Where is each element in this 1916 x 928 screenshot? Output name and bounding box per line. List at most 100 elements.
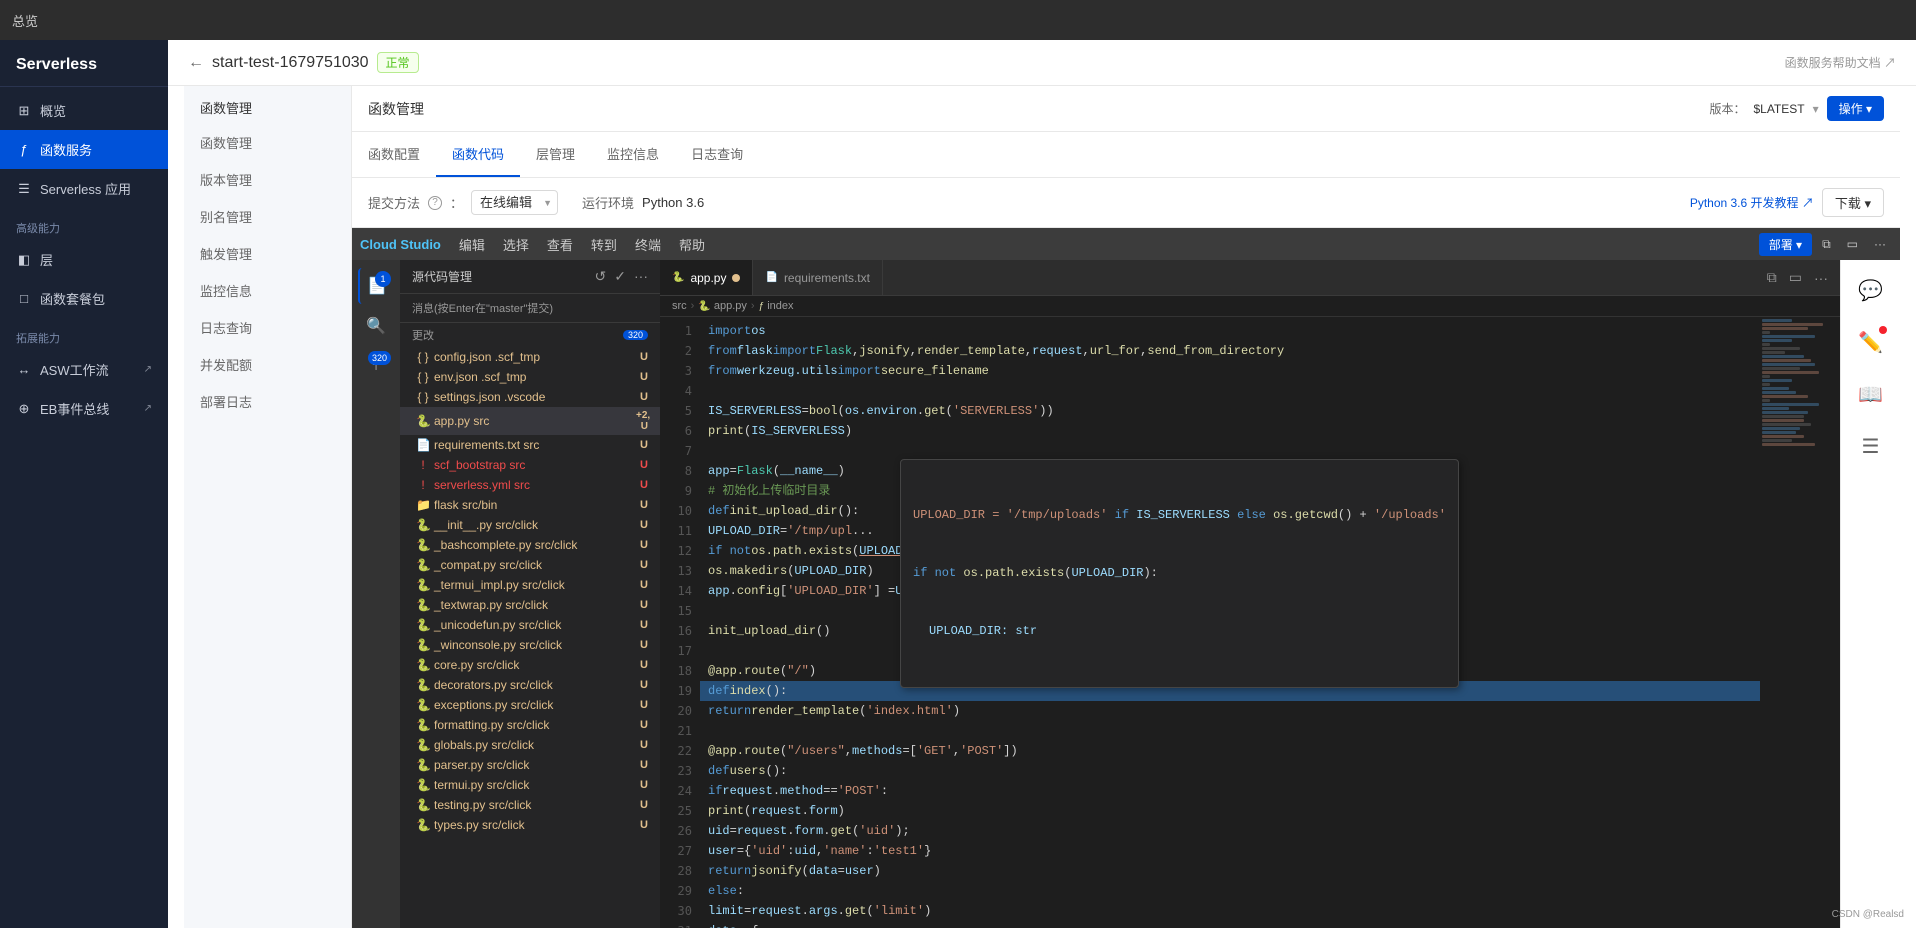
file-flask[interactable]: 📁 flask src/bin U [400,495,660,515]
layout-icon[interactable]: ▭ [1841,234,1864,254]
file-settings-json[interactable]: { } settings.json .vscode U [400,387,660,407]
file-formatting[interactable]: 🐍 formatting.py src/click U [400,715,660,735]
file-unicodefun[interactable]: 🐍 _unicodefun.py src/click U [400,615,660,635]
more-actions-icon[interactable]: ··· [634,268,648,285]
sub-nav-func-manage[interactable]: 函数管理 [184,125,351,162]
tab-monitor[interactable]: 监控信息 [591,132,675,177]
sub-section-title: 函数管理 [184,94,351,125]
tab-layer-mgmt[interactable]: 层管理 [520,132,591,177]
file-bashcomplete[interactable]: 🐍 _bashcomplete.py src/click U [400,535,660,555]
file-termui-impl[interactable]: 🐍 _termui_impl.py src/click U [400,575,660,595]
status-badge: 正常 [377,52,419,73]
file-parser[interactable]: 🐍 parser.py src/click U [400,755,660,775]
tab-func-config[interactable]: 函数配置 [352,132,436,177]
editor-tab-app-py[interactable]: 🐍 app.py [660,260,753,295]
file-serverless-yml[interactable]: ! serverless.yml src U [400,475,660,495]
dev-doc-link[interactable]: Python 3.6 开发教程 ↗ [1690,194,1814,211]
file-globals[interactable]: 🐍 globals.py src/click U [400,735,660,755]
file-core[interactable]: 🐍 core.py src/click U [400,655,660,675]
right-side-panel: 💬 ✏️ 📖 ☰ [1840,260,1900,928]
tab-log-query[interactable]: 日志查询 [675,132,759,177]
studio-menu-help[interactable]: 帮助 [671,235,713,254]
file-winconsole[interactable]: 🐍 _winconsole.py src/click U [400,635,660,655]
edit-button[interactable]: ✏️ [1849,320,1893,364]
py-icon3: 🐍 [416,538,430,552]
func-toolbar: 提交方法 ? ： 在线编辑 运行环境 Python 3.6 Python 3.6… [352,178,1900,228]
file-textwrap[interactable]: 🐍 _textwrap.py src/click U [400,595,660,615]
file-decorators[interactable]: 🐍 decorators.py src/click U [400,675,660,695]
menu-button[interactable]: ☰ [1849,424,1893,468]
sub-nav-monitor[interactable]: 监控信息 [184,273,351,310]
split-tab-icon[interactable]: ⧉ [1763,267,1781,288]
breadcrumb-src[interactable]: src [672,300,687,312]
file-compat[interactable]: 🐍 _compat.py src/click U [400,555,660,575]
sub-nav-deploy-log[interactable]: 部署日志 [184,384,351,421]
file-config-json[interactable]: { } config.json .scf_tmp U [400,347,660,367]
file-termui[interactable]: 🐍 termui.py src/click U [400,775,660,795]
file-scf-bootstrap[interactable]: ! scf_bootstrap src U [400,455,660,475]
explorer-icon[interactable]: 📄 1 [358,268,394,304]
sidebar-item-functions[interactable]: ƒ 函数服务 [0,130,168,169]
yml-icon: ! [416,478,430,492]
book-button[interactable]: 📖 [1849,372,1893,416]
file-requirements[interactable]: 📄 requirements.txt src U [400,435,660,455]
version-select[interactable]: $LATEST [1753,102,1804,116]
nav-overview[interactable]: 总览 [0,0,1916,40]
code-line-4 [700,381,1760,401]
back-button[interactable]: ← [188,54,204,72]
git-icon[interactable]: ⑂ 320 [358,348,394,384]
file-tree-actions: ↺ ✓ ··· [595,268,648,285]
sub-nav-logs[interactable]: 日志查询 [184,310,351,347]
sub-nav-version[interactable]: 版本管理 [184,162,351,199]
studio-menu-edit[interactable]: 编辑 [451,235,493,254]
sidebar-item-eb[interactable]: ⊕ EB事件总线 [0,389,168,428]
submit-method-select[interactable]: 在线编辑 [471,190,558,215]
breadcrumb-apppy[interactable]: 🐍 app.py [698,300,747,312]
studio-menu-terminal[interactable]: 终端 [627,235,669,254]
file-init-py[interactable]: 🐍 __init__.py src/click U [400,515,660,535]
split-editor-icon[interactable]: ⧉ [1816,234,1837,255]
more-tab-icon[interactable]: ··· [1810,268,1832,288]
studio-menu-goto[interactable]: 转到 [583,235,625,254]
sidebar-item-package[interactable]: □ 函数套餐包 [0,279,168,318]
refresh-icon[interactable]: ↺ [595,268,607,285]
sidebar-item-asw[interactable]: ↔ ASW工作流 [0,350,168,389]
chat-button[interactable]: 💬 [1849,268,1893,312]
download-button[interactable]: 下载 ▾ [1822,188,1884,217]
file-env-json[interactable]: { } env.json .scf_tmp U [400,367,660,387]
tab-func-code[interactable]: 函数代码 [436,132,520,177]
file-section-changes[interactable]: 更改 320 [400,323,660,347]
code-content[interactable]: import os from flask import Flask, jsoni… [700,317,1760,928]
search-side-icon[interactable]: 🔍 [358,308,394,344]
sidebar-item-overview[interactable]: ⊞ 概览 [0,91,168,130]
check-icon[interactable]: ✓ [614,268,626,285]
more-icon[interactable]: ··· [1868,234,1892,254]
studio-menu-view[interactable]: 查看 [539,235,581,254]
sub-navigation: 函数管理 函数管理 版本管理 别名管理 触发管理 监控信息 日志查询 并发配额 … [168,86,1916,928]
help-link[interactable]: 函数服务帮助文档 ↗ [1785,54,1896,71]
file-exceptions[interactable]: 🐍 exceptions.py src/click U [400,695,660,715]
sub-nav-concurrency[interactable]: 并发配额 [184,347,351,384]
studio-logo: Cloud Studio [360,237,441,252]
help-icon[interactable]: ? [428,196,442,210]
git-commit-message[interactable]: 消息(按Enter在"master"提交) [400,294,660,323]
file-testing[interactable]: 🐍 testing.py src/click U [400,795,660,815]
operation-button[interactable]: 操作 ▾ [1827,96,1884,121]
file-app-py[interactable]: 🐍 app.py src +2, U [400,407,660,435]
deploy-button[interactable]: 部署 ▾ [1759,233,1812,256]
studio-menu-select[interactable]: 选择 [495,235,537,254]
breadcrumb-func[interactable]: ƒ index [759,300,794,312]
py-icon7: 🐍 [416,618,430,632]
page-header: ← start-test-1679751030 正常 函数服务帮助文档 ↗ [168,40,1916,86]
code-area[interactable]: 1 2 3 4 5 6 7 8 9 10 [660,317,1840,928]
sidebar-item-layer[interactable]: ◧ 层 [0,240,168,279]
sub-nav-trigger[interactable]: 触发管理 [184,236,351,273]
editor-tab-requirements[interactable]: 📄 requirements.txt [753,260,883,295]
file-types[interactable]: 🐍 types.py src/click U [400,815,660,835]
sub-nav-alias[interactable]: 别名管理 [184,199,351,236]
sidebar-item-serverless-app[interactable]: ☰ Serverless 应用 [0,169,168,208]
version-arrow[interactable]: ▾ [1813,102,1819,116]
minimap-content [1760,317,1840,449]
code-line-22: @app.route("/users", methods=['GET', 'PO… [700,741,1760,761]
layout-tab-icon[interactable]: ▭ [1785,267,1806,288]
